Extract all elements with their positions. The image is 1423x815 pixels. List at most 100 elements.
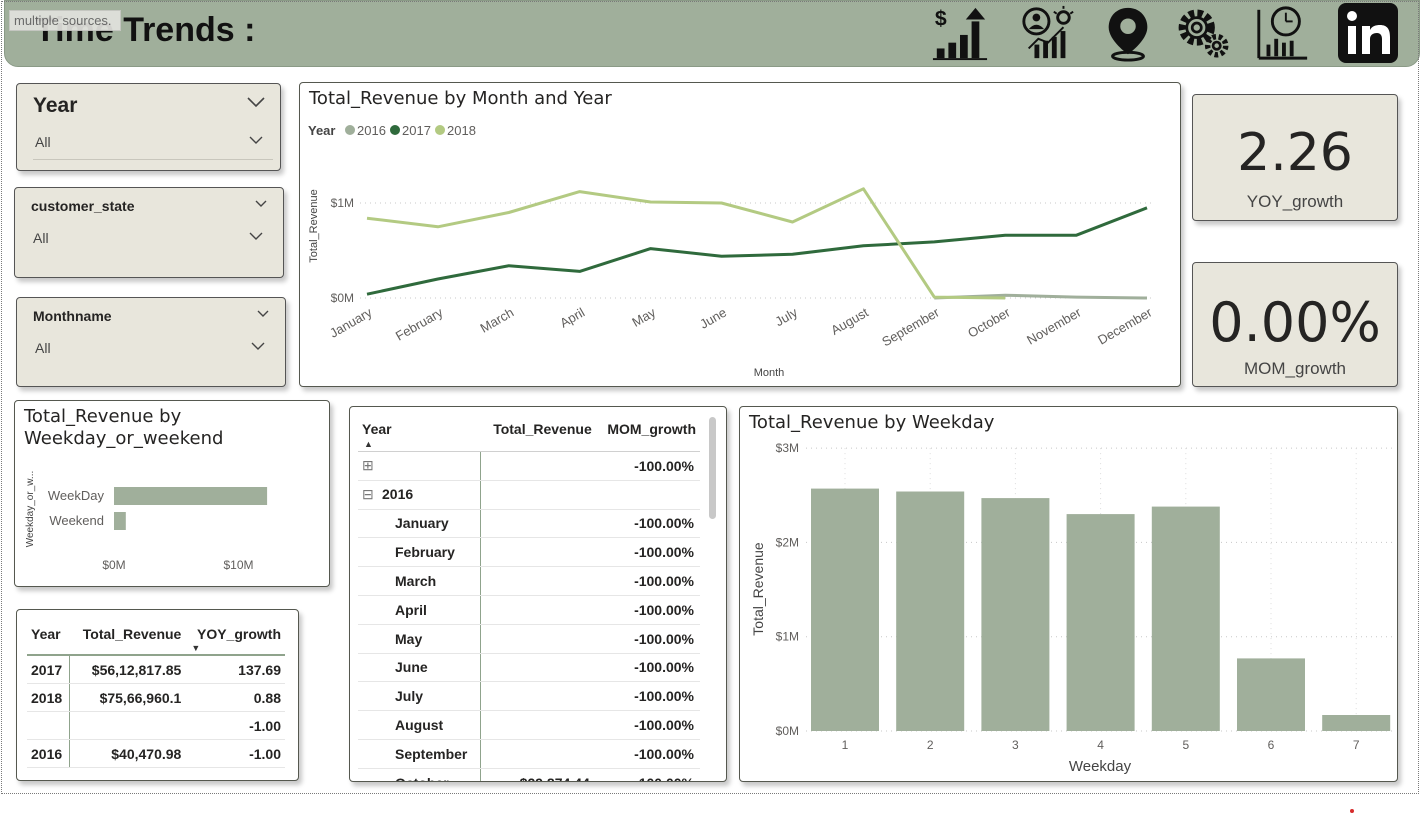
matrix-row[interactable]: ⊟ 2016 [358,480,700,510]
bar-weekday-6[interactable] [1237,658,1305,731]
table-cell: -100.00% [595,537,700,568]
bar-weekday-3[interactable] [981,498,1050,731]
table-cell [480,624,596,654]
matrix-row[interactable]: ⊞ -100.00% [358,451,700,481]
row-header-cell: March [358,566,482,596]
column-header[interactable]: Year [27,622,70,656]
y-tick-label: $1M [776,630,799,644]
status-dot [1350,809,1354,813]
location-pin-icon[interactable] [1099,4,1157,62]
revenue-by-weekday-or-weekend-chart[interactable]: Total_Revenue by Weekday_or_weekend Week… [14,400,330,587]
matrix-row[interactable]: April -100.00% [358,595,700,625]
table-row[interactable]: -1.00 [27,711,285,740]
chevron-down-icon[interactable] [249,232,263,241]
chevron-down-icon[interactable] [257,310,269,318]
table-cell [480,509,596,539]
legend-label-2017: 2017 [402,123,431,138]
settings-gears-icon[interactable] [1175,4,1233,62]
weekend-chart-svg: WeekDay Weekend $0M $10M Weekday_or_w... [25,471,268,572]
y-axis-label: Total_Revenue [750,542,766,636]
matrix-row[interactable]: October $29,874.44-100.00% [358,768,700,781]
customer-analysis-icon[interactable] [1019,4,1077,62]
matrix-row[interactable]: March -100.00% [358,566,700,596]
table-cell [480,566,596,596]
row-header-cell: September [358,739,482,769]
matrix-row[interactable]: August -100.00% [358,710,700,740]
chevron-down-icon[interactable] [249,136,263,145]
column-header[interactable]: Year ▲ [358,415,481,452]
table-cell: 2018 [27,683,71,712]
vertical-scrollbar[interactable] [709,417,716,519]
bar-weekday-1[interactable] [811,488,879,731]
mom-growth-value: 0.00% [1209,291,1381,354]
table-cell: -100.00% [595,509,700,539]
column-header[interactable]: Total_Revenue [480,415,596,452]
table-cell: $56,12,817.85 [69,655,186,684]
chevron-down-icon[interactable] [255,200,267,208]
series-line-2017[interactable] [366,206,1148,296]
matrix-row[interactable]: June -100.00% [358,653,700,683]
revenue-growth-icon[interactable]: $ [931,4,989,62]
linkedin-icon[interactable] [1336,2,1400,64]
monthname-slicer-value[interactable]: All [35,340,51,356]
bar-weekday-2[interactable] [896,491,965,732]
column-header[interactable]: YOY_growth ▼ [185,622,285,656]
table-cell: -100.00% [595,681,700,712]
x-tick-label: May [629,304,658,330]
matrix-row[interactable]: January -100.00% [358,509,700,539]
collapse-icon[interactable]: ⊟ [362,486,382,503]
x-tick-label: September [879,304,942,349]
row-label: 2016 [382,486,414,503]
table-cell [27,711,71,740]
bar-weekday-5[interactable] [1151,506,1220,731]
table-row[interactable]: 2017 $56,12,817.85 137.69 [27,655,285,684]
customer-state-slicer[interactable]: customer_state All [14,187,284,278]
mom-growth-label: MOM_growth [1243,359,1347,378]
matrix-row[interactable]: May -100.00% [358,624,700,654]
x-axis-label: Month [754,367,785,379]
bar-weekend[interactable] [114,512,126,530]
y-tick-label: $2M [776,535,799,549]
chevron-down-icon[interactable] [247,96,265,108]
year-slicer[interactable]: Year All [16,83,281,171]
row-label: March [395,573,437,590]
matrix-row[interactable]: July -100.00% [358,681,700,712]
matrix-row[interactable]: February -100.00% [358,537,700,568]
time-chart-icon[interactable] [1253,4,1311,62]
chevron-down-icon[interactable] [251,342,265,351]
y-tick-label: $3M [776,441,799,455]
row-header-cell: October [358,768,482,781]
revenue-by-month-chart[interactable]: Total_Revenue by Month and Year Year 201… [299,82,1181,387]
yoy-growth-table[interactable]: Year Total_Revenue YOY_growth ▼ 2017 $56,12,… [16,609,299,781]
revenue-by-weekday-chart[interactable]: Total_Revenue by Weekday $0M $1M $2M $3M 12… [739,406,1398,782]
x-tick-label: $0M [102,558,125,572]
monthname-slicer[interactable]: Monthname All [16,297,286,387]
table-row[interactable]: 2016 $40,470.98 -1.00 [27,739,285,768]
category-label: Weekend [49,513,104,528]
yoy-growth-label: YOY_growth [1246,192,1344,211]
x-tick-label: 4 [1097,738,1104,752]
row-header-cell: July [358,681,482,712]
table-cell: $29,874.44 [480,768,596,781]
row-header-cell: ⊟ 2016 [358,480,482,510]
column-header[interactable]: Total_Revenue [69,622,186,656]
row-label: June [395,659,428,676]
line-chart-svg: Year 2016 2017 2018 $0M $1M January February… [308,123,1155,379]
year-slicer-title: Year [33,94,78,117]
category-label: WeekDay [48,488,105,503]
data-source-tooltip: multiple sources. [9,10,121,31]
table-row[interactable]: 2018 $75,66,960.1 0.88 [27,683,285,712]
sort-asc-icon[interactable]: ▲ [364,439,373,449]
expand-icon[interactable]: ⊞ [362,457,382,474]
mom-growth-matrix[interactable]: Year ▲ Total_Revenue MOM_growth ⊞ -100.00% ⊟ 2… [349,406,727,782]
year-slicer-value[interactable]: All [35,134,51,150]
bar-weekday-7[interactable] [1322,715,1391,731]
bar-weekday-4[interactable] [1066,514,1135,731]
table-cell: -100.00% [595,768,700,781]
row-label: July [395,688,424,705]
column-header[interactable]: MOM_growth [595,415,700,452]
customer-state-slicer-value[interactable]: All [33,230,49,246]
matrix-row[interactable]: September -100.00% [358,739,700,769]
sort-desc-icon[interactable]: ▼ [191,643,200,653]
bar-weekday[interactable] [114,487,268,505]
